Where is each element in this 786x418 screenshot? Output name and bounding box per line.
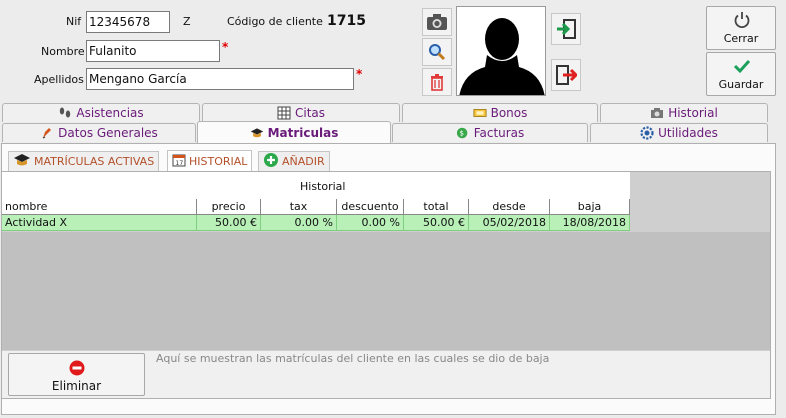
enter-arrow-icon [557, 19, 576, 39]
column-header-nombre[interactable]: nombre [2, 199, 197, 215]
table-cell-precio[interactable]: 50.00 € [197, 215, 261, 231]
delete-photo-button[interactable] [422, 68, 452, 96]
subtab-label: AÑADIR [282, 155, 325, 168]
magnifier-icon [429, 44, 446, 61]
table-empty-area [2, 232, 770, 350]
client-photo [456, 6, 546, 96]
nif-field[interactable]: 12345678 [86, 11, 170, 33]
save-button[interactable]: Guardar [706, 52, 776, 96]
table-cell-nombre[interactable]: Actividad X [2, 215, 197, 231]
name-label: Nombre [41, 45, 85, 58]
info-text: Aquí se muestran las matrículas del clie… [156, 352, 550, 365]
tab-label: Utilidades [658, 126, 718, 140]
column-header-precio[interactable]: precio [197, 199, 261, 215]
exit-arrow-icon [556, 65, 577, 85]
close-button[interactable]: Cerrar [706, 6, 776, 50]
footprints-icon [58, 106, 72, 120]
camera-icon [650, 106, 664, 120]
tab-matriculas[interactable]: Matriculas [197, 121, 391, 144]
tab-utilidades[interactable]: Utilidades [590, 123, 768, 142]
person-silhouette-icon [459, 18, 545, 95]
ticket-icon [473, 106, 487, 120]
tab-bonos[interactable]: Bonos [402, 103, 598, 122]
table-cell-baja[interactable]: 18/08/2018 [550, 215, 630, 231]
table-cell-total[interactable]: 50.00 € [404, 215, 469, 231]
svg-text:17: 17 [176, 160, 184, 167]
tab-label: Asistencias [76, 106, 144, 120]
client-code-label: Código de cliente [227, 15, 323, 28]
column-header-desde[interactable]: desde [469, 199, 550, 215]
save-label: Guardar [718, 78, 764, 91]
tab-label: Citas [294, 106, 326, 120]
subtab-anadir[interactable]: AÑADIR [258, 151, 330, 171]
client-code-value: 1715 [327, 13, 366, 29]
table-cell-descuento[interactable]: 0.00 % [337, 215, 404, 231]
tab-label: Bonos [490, 106, 528, 120]
invoice-icon: $ [456, 126, 470, 140]
svg-text:$: $ [459, 130, 463, 138]
tab-historial-top[interactable]: Historial [600, 103, 768, 122]
surname-label: Apellidos [34, 73, 84, 86]
name-field[interactable]: Fulanito [86, 40, 220, 62]
subtab-label: HISTORIAL [189, 154, 248, 168]
close-label: Cerrar [723, 32, 759, 45]
gear-icon [640, 126, 654, 140]
tab-facturas[interactable]: $ Facturas [392, 123, 588, 142]
delete-button[interactable]: Eliminar [8, 353, 145, 396]
tab-asistencias[interactable]: Asistencias [2, 103, 200, 122]
tab-datos-generales[interactable]: Datos Generales [2, 123, 196, 142]
power-icon [734, 12, 750, 29]
camera-button[interactable] [422, 8, 452, 36]
subtab-label: MATRÍCULAS ACTIVAS [34, 155, 155, 168]
tab-label: Historial [668, 106, 718, 120]
camera-icon [427, 14, 447, 30]
trash-icon [431, 74, 443, 91]
table-cell-desde[interactable]: 05/02/2018 [469, 215, 550, 231]
column-header-tax[interactable]: tax [261, 199, 337, 215]
subtab-matriculas-activas[interactable]: MATRÍCULAS ACTIVAS [8, 151, 160, 171]
graduation-cap-icon [13, 153, 31, 170]
tab-label: Datos Generales [58, 126, 158, 140]
required-mark: * [356, 67, 363, 81]
column-header-baja[interactable]: baja [550, 199, 630, 215]
column-header-total[interactable]: total [404, 199, 469, 215]
subtab-historial[interactable]: 17 HISTORIAL [167, 150, 253, 171]
pen-icon [40, 126, 54, 140]
calendar-icon: 17 [172, 153, 186, 170]
surname-field[interactable]: Mengano García [86, 68, 354, 90]
tab-label: Facturas [473, 126, 525, 140]
logout-button[interactable] [551, 59, 581, 91]
tab-label: Matriculas [267, 126, 339, 140]
calendar-grid-icon [277, 106, 291, 120]
table-title: Historial [300, 180, 346, 193]
delete-label: Eliminar [51, 379, 102, 393]
tab-citas[interactable]: Citas [202, 103, 400, 122]
table-cell-tax[interactable]: 0.00 % [261, 215, 337, 231]
plus-circle-icon [263, 152, 279, 171]
graduation-cap-icon [250, 126, 264, 140]
nif-letter: Z [183, 15, 191, 28]
zoom-photo-button[interactable] [422, 38, 452, 66]
column-header-descuento[interactable]: descuento [337, 199, 404, 215]
login-button[interactable] [551, 13, 581, 45]
checkmark-icon [733, 59, 751, 74]
required-mark: * [222, 40, 229, 54]
no-entry-icon [69, 360, 85, 376]
nif-label: Nif [66, 15, 82, 28]
